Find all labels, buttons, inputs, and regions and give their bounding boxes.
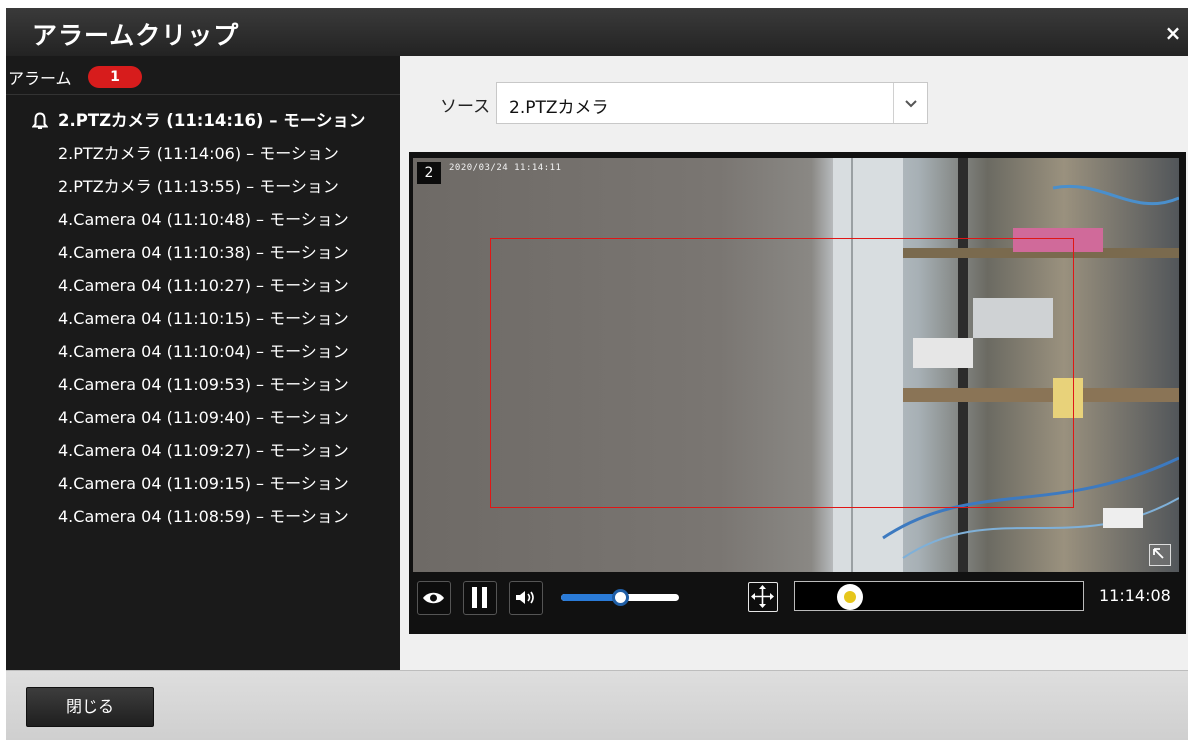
alarm-list-item-label: 4.Camera 04 (11:10:27) – モーション [58,276,349,295]
source-label: ソース [440,97,491,117]
pause-icon[interactable] [463,581,497,615]
pan-move-icon[interactable] [748,582,778,612]
alarm-list-item-label: 4.Camera 04 (11:09:53) – モーション [58,375,349,394]
timeline-knob[interactable] [836,584,863,610]
dialog-footer: 閉じる [6,670,1188,740]
alarm-list-item-label: 4.Camera 04 (11:08:59) – モーション [58,507,349,526]
title-bar: アラームクリップ × [6,8,1188,56]
alarm-list-item-label: 4.Camera 04 (11:10:38) – モーション [58,243,349,262]
alarm-header-label: アラーム [8,69,72,88]
alarm-clip-dialog: アラームクリップ × アラーム 1 2.PTZカメラ (11:14:16) – … [6,8,1188,740]
close-button[interactable]: 閉じる [26,687,154,727]
main-panel: ソース 2.PTZカメラ 2 2020/03/24 11:14:11 11:14… [400,56,1188,670]
fullscreen-icon[interactable] [1149,544,1171,566]
volume-icon[interactable] [509,581,543,615]
video-player: 2 2020/03/24 11:14:11 11:14:08 [409,152,1186,634]
alarm-list-item-label: 4.Camera 04 (11:09:27) – モーション [58,441,349,460]
alarm-sidebar: アラーム 1 2.PTZカメラ (11:14:16) – モーション 2.PTZカ… [6,56,400,670]
alarm-list-item[interactable]: 2.PTZカメラ (11:13:55) – モーション [6,170,400,203]
alarm-list-item[interactable]: 4.Camera 04 (11:10:38) – モーション [6,236,400,269]
alarm-list-item-label: 4.Camera 04 (11:10:15) – モーション [58,309,349,328]
volume-knob[interactable] [612,589,629,606]
alarm-list-item[interactable]: 4.Camera 04 (11:10:04) – モーション [6,335,400,368]
alarm-list-item-label: 4.Camera 04 (11:10:04) – モーション [58,342,349,361]
alarm-count-badge: 1 [88,66,142,88]
alarm-list: 2.PTZカメラ (11:14:16) – モーション 2.PTZカメラ (11:… [6,104,400,533]
alarm-list-item-label: 4.Camera 04 (11:09:15) – モーション [58,474,349,493]
alarm-list-item-label: 2.PTZカメラ (11:13:55) – モーション [58,177,339,196]
alarm-list-item-label: 4.Camera 04 (11:09:40) – モーション [58,408,349,427]
alarm-list-item-label: 4.Camera 04 (11:10:48) – モーション [58,210,349,229]
playback-timeline[interactable] [794,581,1084,611]
alarm-list-item[interactable]: 4.Camera 04 (11:09:40) – モーション [6,401,400,434]
channel-number: 2 [417,162,441,184]
alarm-list-item[interactable]: 4.Camera 04 (11:10:15) – モーション [6,302,400,335]
sidebar-divider [6,94,400,95]
motion-detection-box [490,238,1074,508]
alarm-list-item-label: 2.PTZカメラ (11:14:16) – モーション [58,111,366,130]
video-view[interactable]: 2 2020/03/24 11:14:11 [413,158,1179,572]
alarm-list-item[interactable]: 4.Camera 04 (11:10:48) – モーション [6,203,400,236]
player-controls: 11:14:08 [409,574,1186,630]
alarm-list-item[interactable]: 4.Camera 04 (11:08:59) – モーション [6,500,400,533]
volume-slider[interactable] [561,589,679,606]
alarm-list-item-label: 2.PTZカメラ (11:14:06) – モーション [58,144,339,163]
alarm-list-item[interactable]: 4.Camera 04 (11:09:27) – モーション [6,434,400,467]
osd-timestamp: 2020/03/24 11:14:11 [449,163,562,173]
source-select-value: 2.PTZカメラ [509,98,609,118]
time-readout: 11:14:08 [1099,586,1171,605]
alarm-list-item[interactable]: 2.PTZカメラ (11:14:06) – モーション [6,137,400,170]
eye-icon[interactable] [417,581,451,615]
alarm-list-item[interactable]: 4.Camera 04 (11:09:53) – モーション [6,368,400,401]
dialog-title: アラームクリップ [32,21,240,50]
alarm-list-item[interactable]: 2.PTZカメラ (11:14:16) – モーション [6,104,400,137]
bell-icon [32,112,48,129]
alarm-header: アラーム 1 [6,56,400,100]
alarm-list-item[interactable]: 4.Camera 04 (11:09:15) – モーション [6,467,400,500]
source-select[interactable]: 2.PTZカメラ [496,82,928,124]
alarm-list-item[interactable]: 4.Camera 04 (11:10:27) – モーション [6,269,400,302]
chevron-down-icon[interactable] [893,83,927,123]
close-icon[interactable]: × [1162,22,1184,44]
